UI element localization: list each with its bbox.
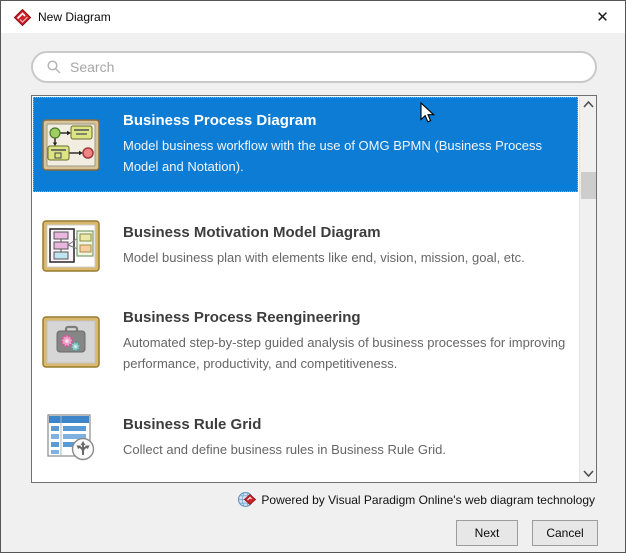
search-icon (47, 60, 61, 74)
item-title: Business Process Diagram (123, 112, 317, 129)
item-title: Business Rule Grid (123, 415, 262, 433)
item-description: Automated step-by-step guided analysis o… (123, 335, 566, 371)
item-title: Business Process Reengineering (123, 309, 361, 326)
list-item-business-process-reengineering[interactable]: Business Process Reengineering Automated… (33, 294, 578, 389)
list-item-business-motivation-model-diagram[interactable]: Business Motivation Model Diagram Model … (33, 198, 578, 293)
item-title: Business Motivation Model Diagram (123, 223, 381, 241)
scroll-down-icon[interactable] (580, 465, 597, 482)
close-icon[interactable]: ✕ (580, 1, 625, 33)
diagram-type-list: Business Process Diagram Model business … (31, 95, 597, 483)
search-input[interactable] (70, 59, 550, 75)
powered-by-text: Powered by Visual Paradigm Online's web … (261, 492, 595, 507)
item-description: Model business workflow with the use of … (123, 138, 543, 174)
cancel-button[interactable]: Cancel (532, 520, 598, 546)
new-diagram-dialog: New Diagram ✕ Search Business Process Di… (0, 0, 626, 553)
item-description: Model business plan with elements like e… (123, 249, 525, 265)
scroll-up-icon[interactable] (580, 96, 597, 113)
visual-paradigm-logo-icon (14, 8, 31, 26)
business-process-reengineering-icon (42, 315, 100, 368)
list-item-business-process-diagram[interactable]: Business Process Diagram Model business … (33, 97, 578, 192)
vertical-scrollbar[interactable] (579, 96, 596, 482)
window-title: New Diagram (38, 10, 111, 24)
list-item-business-rule-grid[interactable]: Business Rule Grid Collect and define bu… (33, 390, 578, 485)
bpmn-diagram-icon (42, 118, 100, 171)
business-rule-grid-icon (47, 413, 95, 460)
search-box (31, 51, 597, 83)
visual-paradigm-online-icon (238, 492, 257, 507)
item-description: Collect and define business rules in Bus… (123, 441, 447, 457)
scrollbar-thumb[interactable] (581, 172, 596, 199)
business-motivation-icon (42, 219, 100, 272)
titlebar: New Diagram ✕ (1, 1, 625, 33)
powered-by: Powered by Visual Paradigm Online's web … (238, 491, 595, 508)
next-button[interactable]: Next (456, 520, 518, 546)
